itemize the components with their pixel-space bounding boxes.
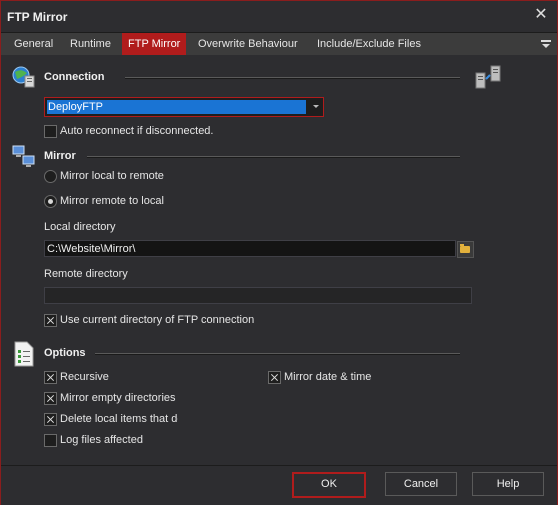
- cancel-button[interactable]: Cancel: [385, 472, 457, 496]
- recursive-checkbox[interactable]: [44, 371, 57, 384]
- recursive-label: Recursive: [60, 371, 109, 383]
- mirror-computers-icon: [12, 145, 35, 167]
- mirror-remote-to-local-radio[interactable]: [44, 195, 57, 208]
- options-heading: Options: [44, 347, 86, 359]
- tab-ftp-mirror[interactable]: FTP Mirror: [122, 33, 187, 55]
- connection-heading: Connection: [44, 71, 105, 83]
- tab-include-exclude-files[interactable]: Include/Exclude Files: [311, 33, 427, 55]
- log-files-affected-label: Log files affected: [60, 434, 143, 446]
- mirror-heading: Mirror: [44, 150, 76, 162]
- tab-overflow-menu-icon[interactable]: [541, 37, 551, 49]
- local-directory-label: Local directory: [44, 221, 116, 233]
- dialog-footer: OK Cancel Help: [1, 465, 557, 505]
- tab-general[interactable]: General: [8, 33, 59, 55]
- delete-local-items-label: Delete local items that dc: [60, 413, 178, 425]
- remote-directory-input[interactable]: [44, 287, 472, 304]
- mirror-remote-to-local-label: Mirror remote to local: [60, 195, 164, 207]
- mirror-local-to-remote-radio[interactable]: [44, 170, 57, 183]
- use-current-directory-label: Use current directory of FTP connection: [60, 314, 255, 326]
- tab-overwrite-behaviour[interactable]: Overwrite Behaviour: [192, 33, 304, 55]
- use-current-directory-checkbox[interactable]: [44, 314, 57, 327]
- tab-content: Connection DeployFTP Auto reconnect if d…: [1, 55, 557, 465]
- connection-globe-icon: [12, 66, 35, 88]
- dialog-title: FTP Mirror: [7, 10, 68, 24]
- ftp-mirror-dialog: FTP Mirror ✕ General Runtime FTP Mirror …: [0, 0, 558, 505]
- mirror-empty-directories-label: Mirror empty directories: [60, 392, 176, 404]
- auto-reconnect-label: Auto reconnect if disconnected.: [60, 125, 214, 137]
- mirror-empty-directories-checkbox[interactable]: [44, 392, 57, 405]
- delete-local-items-checkbox[interactable]: [44, 413, 57, 426]
- help-button[interactable]: Help: [472, 472, 544, 496]
- ok-button[interactable]: OK: [292, 472, 366, 498]
- mirror-date-time-checkbox[interactable]: [268, 371, 281, 384]
- connection-divider: [125, 77, 460, 79]
- connection-select[interactable]: DeployFTP: [44, 97, 324, 117]
- tab-bar: General Runtime FTP Mirror Overwrite Beh…: [1, 32, 557, 56]
- mirror-local-to-remote-label: Mirror local to remote: [60, 170, 164, 182]
- mirror-divider: [87, 156, 460, 158]
- tab-runtime[interactable]: Runtime: [64, 33, 117, 55]
- log-files-affected-checkbox[interactable]: [44, 434, 57, 447]
- options-list-icon: [14, 341, 34, 367]
- mirror-date-time-label: Mirror date & time: [284, 371, 372, 383]
- close-icon: ✕: [534, 6, 548, 23]
- folder-icon: [460, 244, 470, 253]
- local-directory-input[interactable]: C:\Website\Mirror\: [44, 240, 456, 257]
- chevron-down-icon: [313, 105, 319, 108]
- remote-directory-label: Remote directory: [44, 268, 128, 280]
- close-button[interactable]: ✕: [531, 5, 551, 25]
- title-bar: FTP Mirror ✕: [1, 1, 557, 31]
- options-divider: [95, 353, 460, 355]
- connection-select-value: DeployFTP: [47, 100, 306, 114]
- auto-reconnect-checkbox[interactable]: [44, 125, 57, 138]
- browse-local-directory-button[interactable]: [457, 241, 474, 258]
- ftp-servers-icon[interactable]: [475, 65, 503, 91]
